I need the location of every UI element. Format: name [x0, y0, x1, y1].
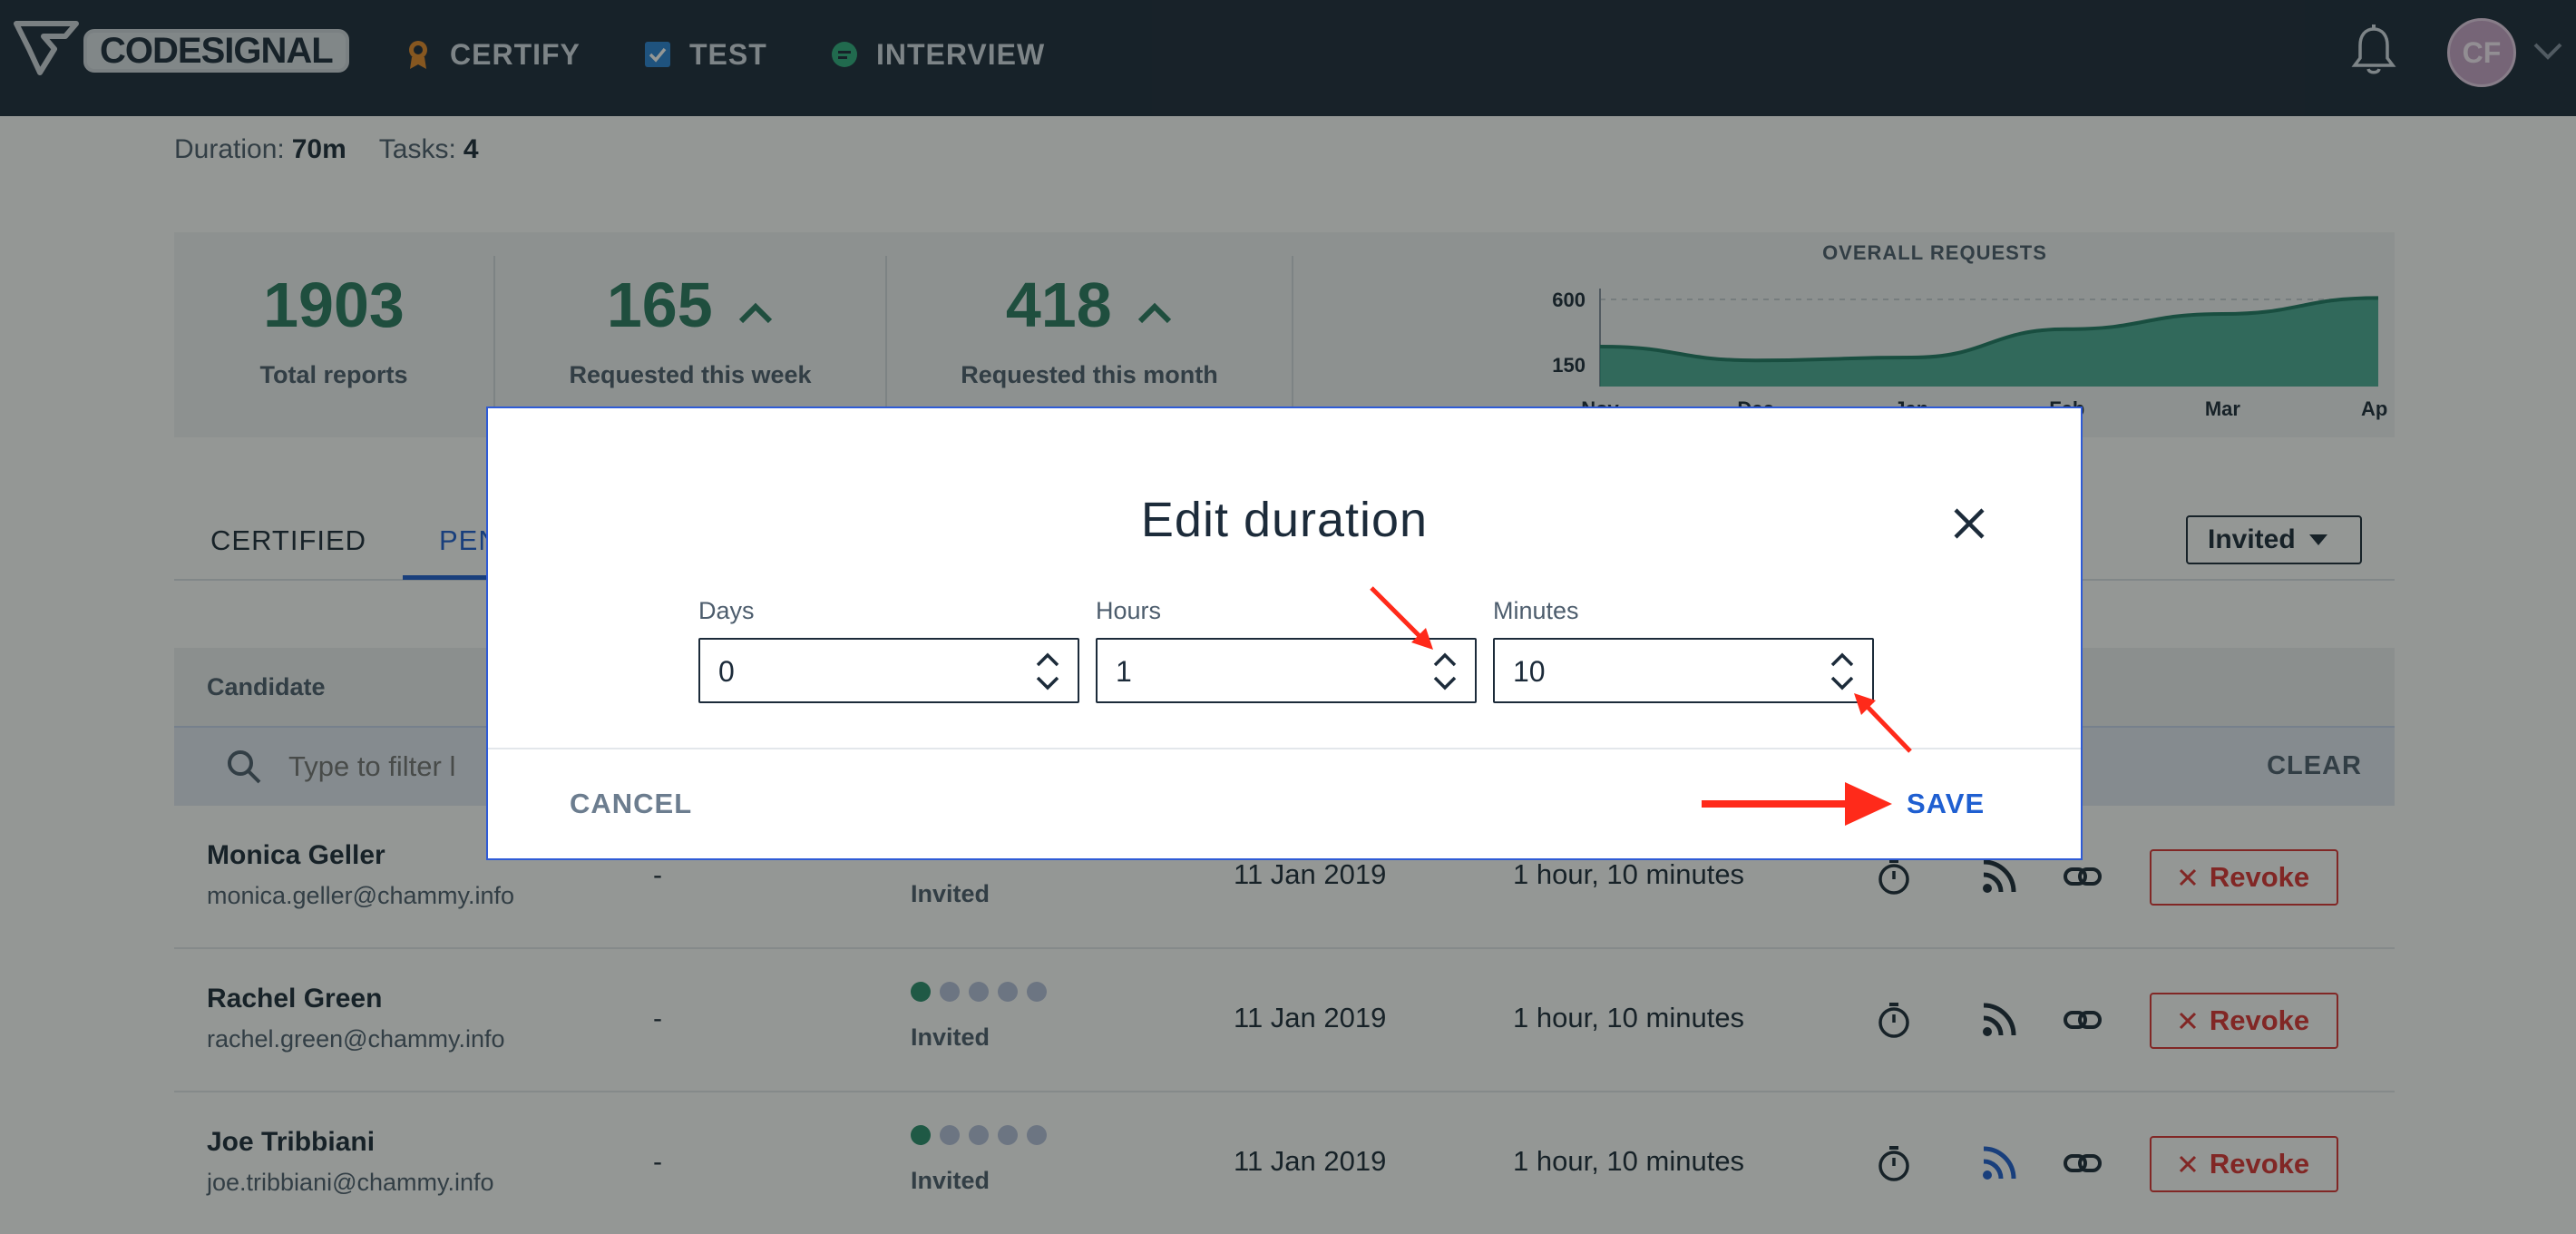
hours-label: Hours: [1096, 597, 1162, 624]
days-field: Days: [698, 597, 1079, 703]
edit-duration-dialog: Edit duration Days Hours Minutes CANCEL …: [486, 406, 2083, 860]
hours-input[interactable]: [1116, 651, 1388, 692]
days-stepper[interactable]: [698, 638, 1079, 703]
hours-stepper[interactable]: [1096, 638, 1477, 703]
minutes-label: Minutes: [1493, 597, 1579, 624]
hours-field: Hours: [1096, 597, 1477, 703]
minutes-field: Minutes: [1493, 597, 1874, 703]
spinner-arrows-icon[interactable]: [1034, 649, 1061, 694]
days-input[interactable]: [718, 651, 990, 692]
dialog-divider: [488, 748, 2081, 749]
close-icon[interactable]: [1950, 504, 1988, 543]
minutes-input[interactable]: [1513, 651, 1785, 692]
save-button[interactable]: SAVE: [1907, 788, 1985, 820]
days-label: Days: [698, 597, 755, 624]
cancel-button[interactable]: CANCEL: [570, 788, 692, 820]
minutes-stepper[interactable]: [1493, 638, 1874, 703]
spinner-arrows-icon[interactable]: [1829, 649, 1856, 694]
dialog-title: Edit duration: [1140, 493, 1429, 547]
spinner-arrows-icon[interactable]: [1431, 649, 1459, 694]
